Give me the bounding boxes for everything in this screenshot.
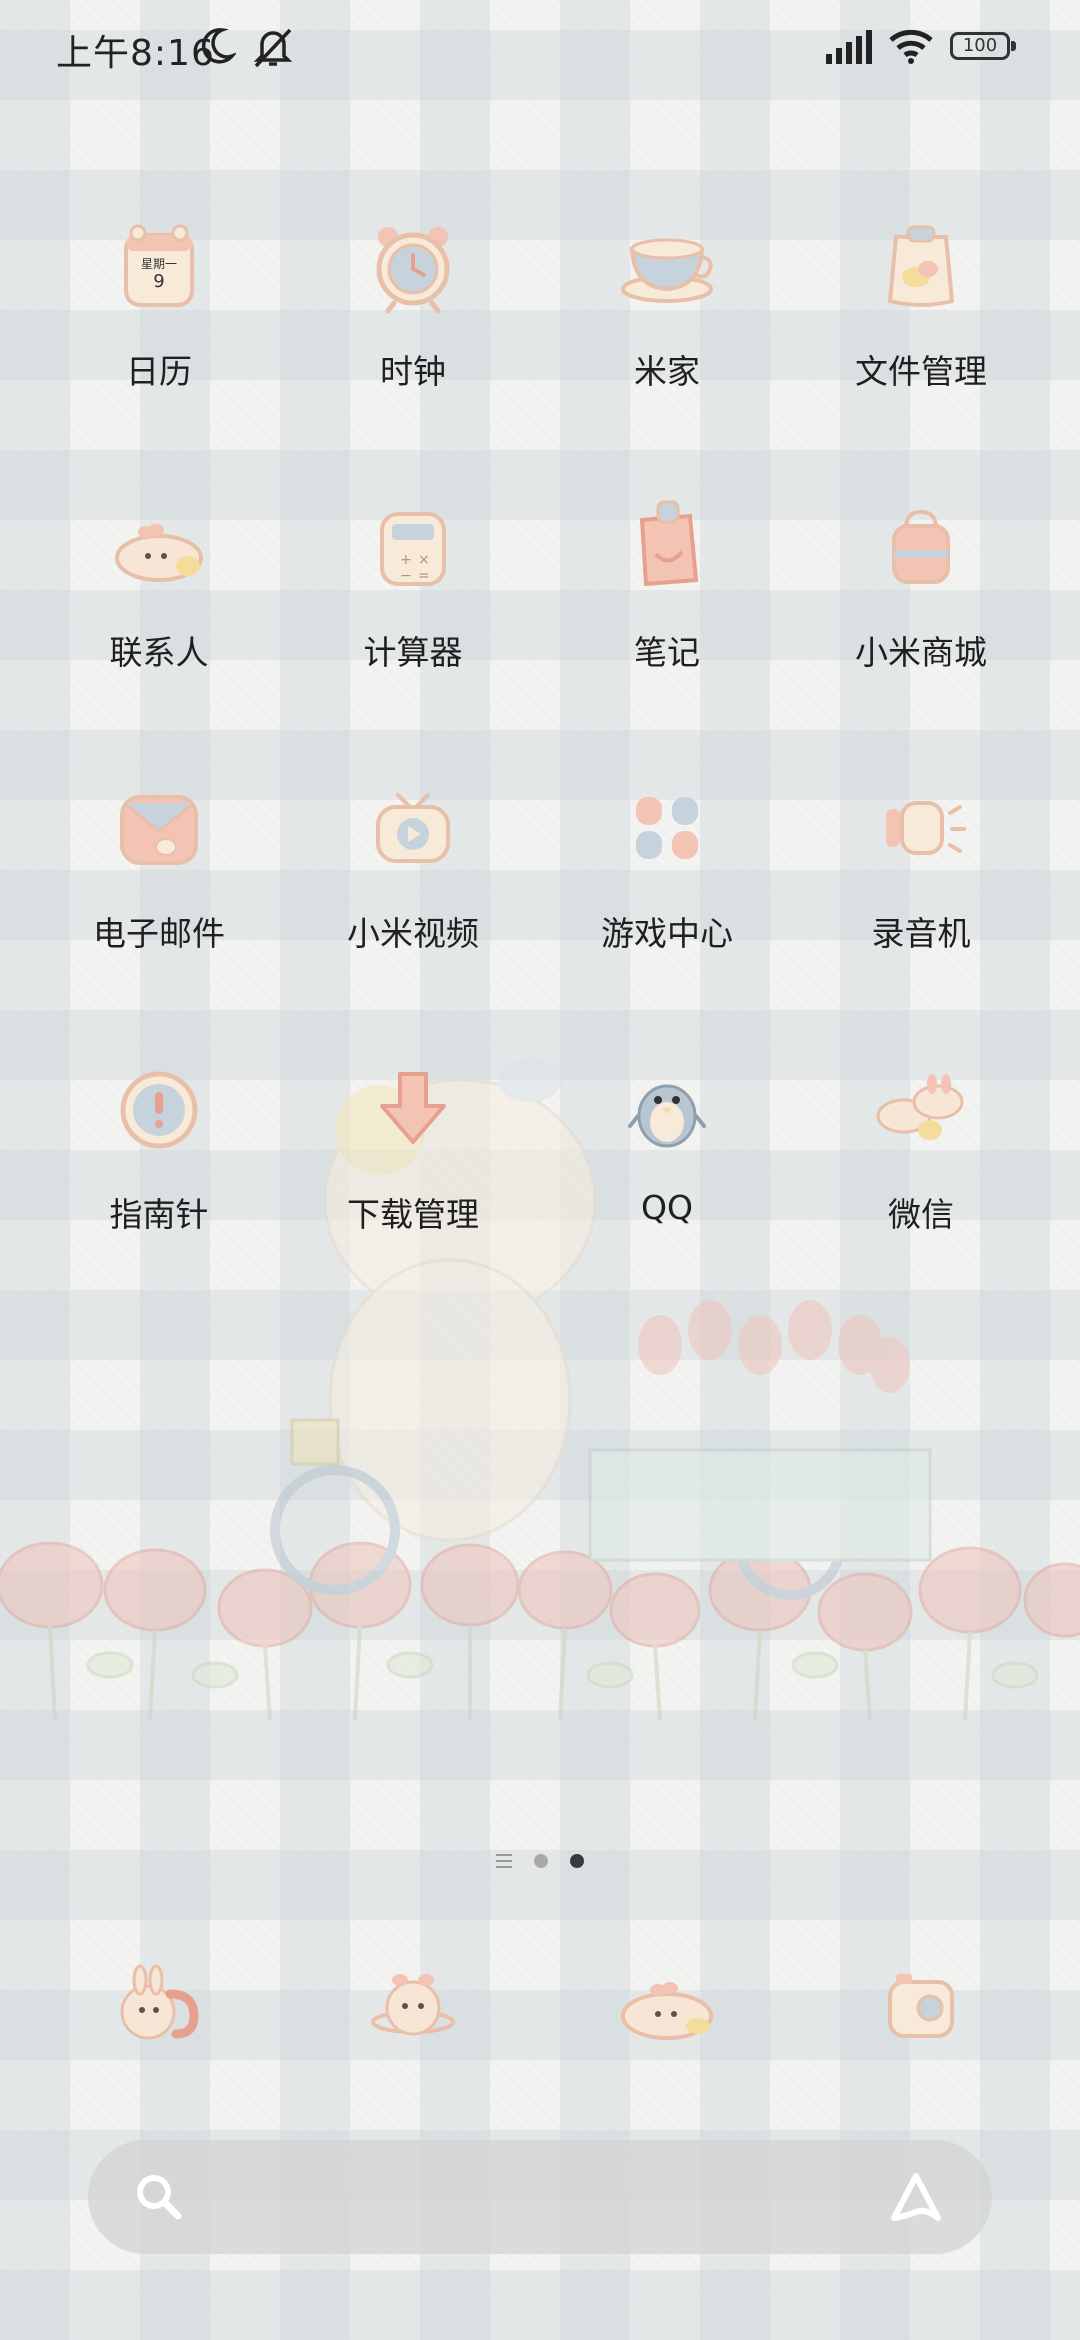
compass-icon	[120, 1071, 198, 1149]
app-label: 电子邮件	[93, 914, 225, 953]
bunny-globe-icon	[371, 1974, 455, 2036]
page-indicator[interactable]	[0, 1854, 1080, 1868]
app-label: 日历	[126, 352, 192, 391]
app-label: 时钟	[380, 352, 446, 391]
app-label: 小米商城	[855, 633, 987, 672]
qq-penguin-icon	[628, 1084, 706, 1148]
dock-item-camera[interactable]	[794, 1950, 1048, 2060]
download-arrow-icon	[380, 1072, 446, 1144]
app-mijia[interactable]: 米家	[540, 205, 794, 486]
notes-icon	[639, 500, 699, 587]
app-label: 微信	[888, 1195, 954, 1234]
game-pads-icon	[636, 797, 698, 859]
svg-text:−: −	[400, 568, 412, 584]
search-icon[interactable]	[134, 2172, 184, 2222]
app-calendar[interactable]: 星期一 9 日历	[32, 205, 286, 486]
tv-play-icon	[376, 793, 450, 863]
svg-text:×: ×	[418, 552, 430, 568]
teacup-icon	[621, 238, 713, 303]
signal-icon	[826, 30, 872, 64]
app-notes[interactable]: 笔记	[540, 486, 794, 767]
shopping-bag-icon	[892, 509, 950, 584]
bunny-contacts-icon	[115, 524, 203, 582]
dock-item-browser[interactable]	[286, 1950, 540, 2060]
status-time: 上午8:16	[56, 33, 215, 74]
app-game-center[interactable]: 游戏中心	[540, 767, 794, 1048]
app-label: 指南针	[109, 1195, 209, 1234]
app-email[interactable]: 电子邮件	[32, 767, 286, 1048]
wifi-icon	[889, 29, 933, 64]
recorder-icon	[886, 801, 966, 855]
battery-icon: 100	[950, 32, 1016, 60]
dock-item-messages[interactable]	[540, 1950, 794, 2060]
calendar-icon: 星期一 9	[124, 224, 194, 307]
calendar-day: 9	[153, 271, 164, 292]
camera-icon	[888, 1974, 954, 2038]
app-download-manager[interactable]: 下载管理	[286, 1048, 540, 1329]
app-label: 米家	[634, 352, 700, 391]
file-bag-icon	[887, 225, 955, 307]
app-clock[interactable]: 时钟	[286, 205, 540, 486]
app-recorder[interactable]: 录音机	[794, 767, 1048, 1048]
bunny-phone-icon	[120, 1964, 199, 2040]
app-wechat[interactable]: 微信	[794, 1048, 1048, 1329]
dock	[0, 1950, 1080, 2060]
app-label: 文件管理	[855, 352, 987, 391]
page-dot-2-active[interactable]	[570, 1854, 584, 1868]
app-label: QQ	[641, 1188, 693, 1227]
search-bar[interactable]	[88, 2140, 992, 2254]
app-label: 计算器	[363, 633, 463, 672]
app-label: 录音机	[871, 914, 971, 953]
bunny-messages-icon	[621, 1982, 713, 2040]
bell-muted-icon	[253, 28, 293, 68]
app-label: 联系人	[109, 633, 209, 672]
status-bar: 上午8:16 100	[0, 0, 1080, 96]
app-label: 小米视频	[347, 914, 479, 953]
clock-icon	[376, 227, 450, 314]
moon-icon	[201, 28, 236, 64]
wechat-bunnies-icon	[876, 1074, 964, 1140]
app-file-manager[interactable]: 文件管理	[794, 205, 1048, 486]
svg-text:=: =	[418, 568, 430, 584]
app-qq[interactable]: QQ	[540, 1048, 794, 1329]
app-contacts[interactable]: 联系人	[32, 486, 286, 767]
app-label: 下载管理	[347, 1195, 479, 1234]
app-mi-store[interactable]: 小米商城	[794, 486, 1048, 767]
page-dot-1[interactable]	[534, 1854, 548, 1868]
app-compass[interactable]: 指南针	[32, 1048, 286, 1329]
app-label: 游戏中心	[601, 914, 733, 953]
dock-item-phone[interactable]	[32, 1950, 286, 2060]
app-grid: 星期一 9 日历 时钟 米家 文件管理 联系人 + × − = 计算器 笔记 小…	[0, 205, 1080, 1329]
app-calculator[interactable]: + × − = 计算器	[286, 486, 540, 767]
app-mi-video[interactable]: 小米视频	[286, 767, 540, 1048]
envelope-icon	[120, 795, 198, 865]
svg-text:+: +	[400, 552, 412, 568]
calculator-icon: + × − =	[380, 512, 446, 586]
calendar-weekday: 星期一	[141, 257, 177, 271]
assistant-icon[interactable]	[886, 2168, 946, 2226]
page-list-icon[interactable]	[496, 1854, 512, 1868]
app-label: 笔记	[634, 633, 700, 672]
